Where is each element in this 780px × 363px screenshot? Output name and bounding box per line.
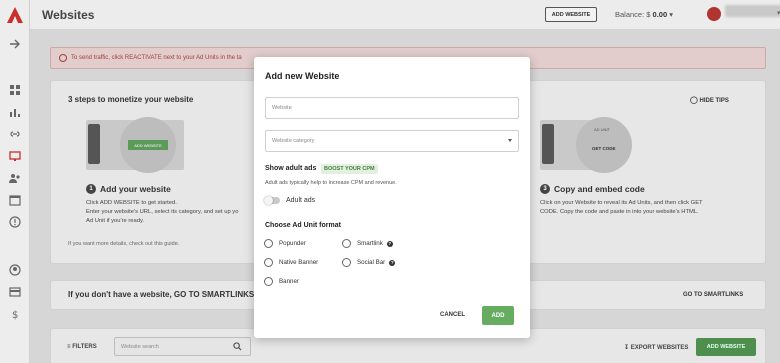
format-option-banner[interactable]: Banner — [264, 277, 299, 286]
add-button[interactable]: ADD — [482, 306, 514, 325]
sidebar: $ — [0, 0, 30, 363]
websites-icon[interactable] — [8, 149, 22, 163]
dollar-icon[interactable]: $ — [8, 307, 22, 321]
radio-button[interactable] — [342, 239, 351, 248]
step3-number: 3 — [540, 184, 550, 194]
radio-button[interactable] — [342, 258, 351, 267]
website-category-select[interactable]: Website category — [265, 130, 519, 152]
adult-ads-description: Adult ads typically help to increase CPM… — [265, 180, 397, 186]
download-icon: ↧ — [624, 345, 630, 351]
adult-ads-toggle-label: Adult ads — [286, 197, 316, 204]
add-website-button[interactable]: ADD WEBSITE — [696, 338, 756, 356]
step1-line: Enter your website's URL, select its cat… — [86, 209, 239, 215]
hide-tips-button[interactable]: ◯ HIDE TIPS — [690, 96, 729, 104]
website-placeholder: Website — [272, 105, 292, 111]
step3-heading: 3 Copy and embed code — [540, 184, 645, 194]
illustration-get-code: GET CODE — [592, 146, 616, 151]
category-placeholder: Website category — [272, 138, 315, 144]
page-title: Websites — [42, 8, 95, 22]
step1-description: Click ADD WEBSITE to get started. Enter … — [86, 199, 238, 226]
adult-ads-toggle[interactable] — [264, 196, 280, 205]
cancel-button[interactable]: CANCEL — [440, 312, 465, 318]
radio-button[interactable] — [264, 258, 273, 267]
format-label: Native Banner — [279, 259, 319, 266]
add-website-modal: Add new Website Website Website category… — [254, 57, 530, 338]
illustration-magnifier — [576, 117, 632, 173]
collapse-arrow-icon[interactable] — [8, 37, 22, 51]
filters-label: FILTERS — [72, 344, 97, 350]
illustration-sidebar — [542, 124, 554, 164]
step1-title: Add your website — [100, 184, 171, 194]
help-icon[interactable] — [8, 215, 22, 229]
top-header: Websites ADD WEBSITE Balance: $ 0.00 ▾ ▾ — [30, 0, 780, 30]
help-icon[interactable]: ? — [386, 240, 393, 247]
illustration-sidebar — [88, 124, 100, 164]
step3-line: Click on your Website to reveal its Ad U… — [540, 200, 703, 206]
format-label: Smartlink — [357, 240, 383, 247]
balance-display[interactable]: Balance: $ 0.00 ▾ — [615, 10, 673, 19]
website-url-input[interactable]: Website — [265, 97, 519, 119]
chevron-down-icon — [508, 139, 512, 142]
boost-cpm-badge: BOOST YOUR CPM — [321, 164, 378, 174]
illustration-ad-unit-label: AD UNIT — [594, 127, 610, 132]
format-option-smartlink[interactable]: Smartlink ? — [342, 239, 393, 248]
format-label: Popunder — [279, 240, 306, 247]
smartlink-icon[interactable] — [8, 127, 22, 141]
alert-text: To send traffic, click REACTIVATE next t… — [71, 55, 242, 61]
chevron-down-icon[interactable]: ▾ — [669, 10, 673, 19]
search-placeholder: Website search — [121, 344, 159, 350]
hide-tips-label: HIDE TIPS — [699, 98, 729, 104]
alert-icon — [59, 54, 67, 62]
format-option-native-banner[interactable]: Native Banner — [264, 258, 318, 267]
tips-title: 3 steps to monetize your website — [68, 95, 194, 104]
eye-off-icon: ◯ — [690, 97, 698, 104]
details-guide-link[interactable]: If you want more details, check out this… — [68, 241, 179, 247]
filter-icon: ≡ — [67, 344, 71, 350]
adult-ads-heading: Show adult ads — [265, 165, 317, 172]
help-icon[interactable]: ? — [389, 259, 396, 266]
balance-value: 0.00 — [652, 10, 668, 19]
export-label: EXPORT WEBSITES — [630, 345, 689, 351]
format-label: Social Bar — [357, 259, 386, 266]
calendar-icon[interactable] — [8, 193, 22, 207]
logo-icon[interactable] — [6, 6, 24, 24]
header-add-website-button[interactable]: ADD WEBSITE — [545, 7, 597, 22]
dashboard-icon[interactable] — [8, 83, 22, 97]
referrals-icon[interactable] — [8, 171, 22, 185]
user-name-blurred[interactable] — [725, 5, 780, 17]
svg-text:$: $ — [12, 310, 18, 320]
step1-number: 1 — [86, 184, 96, 194]
balance-currency: $ — [646, 10, 651, 19]
avatar[interactable] — [707, 7, 721, 21]
search-icon[interactable] — [233, 342, 242, 351]
illustration-add-button: ADD WEBSITE — [128, 140, 168, 150]
modal-title: Add new Website — [265, 71, 340, 81]
smartlinks-text: If you don't have a website, GO TO SMART… — [68, 290, 266, 299]
export-websites-button[interactable]: ↧ EXPORT WEBSITES — [624, 344, 688, 351]
step1-heading: 1 Add your website — [86, 184, 171, 194]
website-search-input[interactable]: Website search — [114, 337, 251, 356]
format-label: Banner — [279, 278, 299, 285]
step3-line: CODE. Copy the code and paste in into yo… — [540, 209, 699, 215]
balance-label: Balance: — [615, 10, 645, 19]
filters-button[interactable]: ≡ FILTERS — [67, 344, 97, 350]
payments-icon[interactable] — [8, 285, 22, 299]
toggle-knob — [264, 196, 273, 205]
step3-description: Click on your Website to reveal its Ad U… — [540, 199, 703, 217]
radio-button[interactable] — [264, 277, 273, 286]
account-icon[interactable] — [8, 263, 22, 277]
go-to-smartlinks-button[interactable]: GO TO SMARTLINKS — [683, 292, 743, 298]
format-option-popunder[interactable]: Popunder — [264, 239, 306, 248]
format-option-social-bar[interactable]: Social Bar ? — [342, 258, 396, 267]
step3-title: Copy and embed code — [554, 184, 645, 194]
step1-line: Click ADD WEBSITE to get started. — [86, 200, 177, 206]
ad-unit-format-heading: Choose Ad Unit format — [265, 222, 341, 229]
radio-button[interactable] — [264, 239, 273, 248]
statistics-icon[interactable] — [8, 105, 22, 119]
step1-line: Ad Unit if you're ready. — [86, 218, 145, 224]
